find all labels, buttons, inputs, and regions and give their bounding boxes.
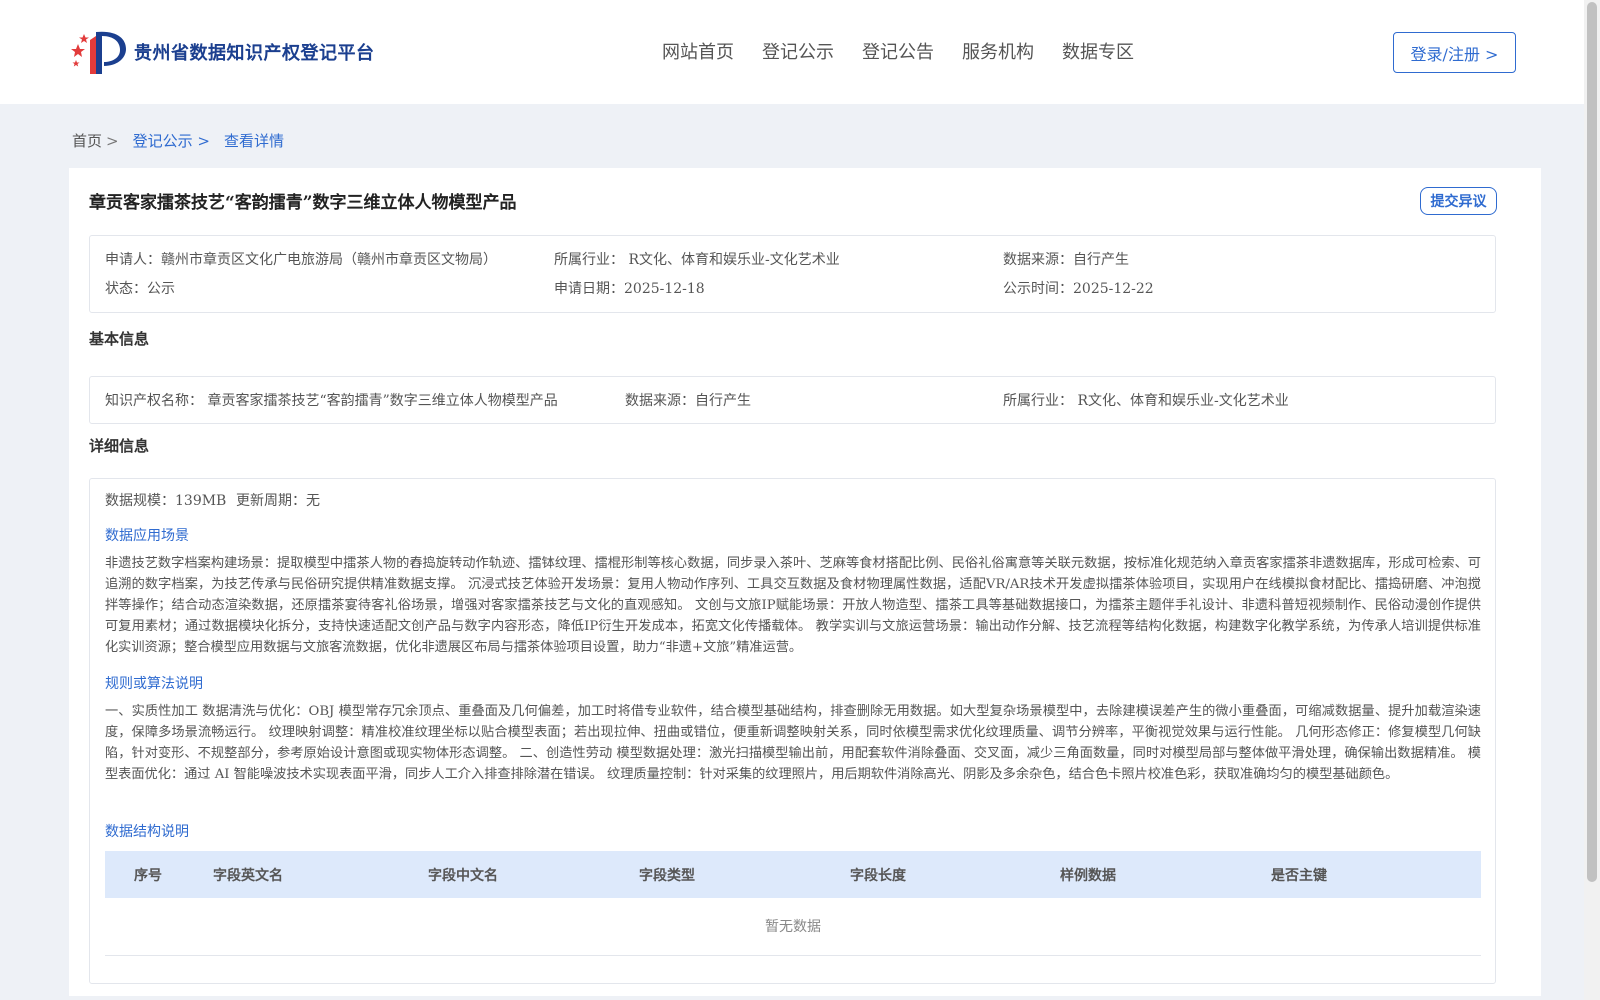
data-scale-field: 数据规模：139MB	[105, 493, 227, 509]
col-field-cn: 字段中文名	[428, 868, 498, 884]
data-structure-heading: 数据结构说明	[105, 824, 189, 840]
col-field-en: 字段英文名	[213, 868, 283, 884]
application-scene-text: 非遗技艺数字档案构建场景：提取模型中擂茶人物的舂捣旋转动作轨迹、擂钵纹理、擂棍形…	[105, 556, 1481, 655]
source-field: 数据来源：自行产生	[1003, 252, 1129, 268]
page-title: 章贡客家擂茶技艺“客韵擂青”数字三维立体人物模型产品	[89, 193, 517, 213]
nav-data-zone[interactable]: 数据专区	[1062, 38, 1134, 64]
summary-box: 申请人：赣州市章贡区文化广电旅游局（赣州市章贡区文物局） 所属行业： R文化、体…	[89, 235, 1496, 313]
update-cycle-field: 更新周期：无	[236, 493, 320, 509]
detail-info-box: 数据规模：139MB 更新周期：无 数据应用场景 非遗技艺数字档案构建场景：提取…	[89, 478, 1496, 984]
site-logo[interactable]: 贵州省数据知识产权登记平台	[70, 26, 375, 78]
col-field-type: 字段类型	[639, 868, 695, 884]
breadcrumb-current: 查看详情	[223, 132, 284, 150]
main-nav: 网站首页 登记公示 登记公告 服务机构 数据专区	[662, 38, 1162, 64]
status-field: 状态：公示	[105, 281, 175, 297]
applicant-field: 申请人：赣州市章贡区文化广电旅游局（赣州市章贡区文物局）	[105, 252, 497, 268]
nav-service-agencies[interactable]: 服务机构	[962, 38, 1034, 64]
basic-info-heading: 基本信息	[89, 330, 150, 348]
breadcrumb-home[interactable]: 首页 >	[72, 130, 119, 151]
breadcrumb-publicity[interactable]: 登记公示 >	[133, 130, 210, 151]
table-empty-state: 暂无数据	[105, 898, 1481, 956]
nav-home[interactable]: 网站首页	[662, 38, 734, 64]
apply-date-field: 申请日期：2025-12-18	[554, 281, 705, 297]
basic-source-field: 数据来源：自行产生	[625, 393, 751, 409]
site-header: 贵州省数据知识产权登记平台 网站首页 登记公示 登记公告 服务机构 数据专区 登…	[0, 0, 1584, 104]
basic-info-box: 知识产权名称： 章贡客家擂茶技艺“客韵擂青”数字三维立体人物模型产品 数据来源：…	[89, 376, 1496, 424]
ip-name-field: 知识产权名称： 章贡客家擂茶技艺“客韵擂青”数字三维立体人物模型产品	[105, 393, 558, 409]
col-sample-data: 样例数据	[1060, 868, 1116, 884]
nav-registration-announcement[interactable]: 登记公告	[862, 38, 934, 64]
logo-emblem-icon	[71, 31, 126, 75]
nav-registration-publicity[interactable]: 登记公示	[762, 38, 834, 64]
breadcrumb: 首页 > 登记公示 > 查看详情	[72, 130, 298, 151]
application-scene-heading: 数据应用场景	[105, 528, 189, 544]
rule-algorithm-text: 一、实质性加工 数据清洗与优化：OBJ 模型常存冗余顶点、重叠面及几何偏差，加工…	[105, 704, 1481, 782]
login-register-button[interactable]: 登录/注册 >	[1393, 32, 1516, 73]
industry-field: 所属行业： R文化、体育和娱乐业-文化艺术业	[554, 252, 840, 268]
basic-industry-field: 所属行业： R文化、体育和娱乐业-文化艺术业	[1003, 393, 1289, 409]
col-primary-key: 是否主键	[1271, 868, 1327, 884]
rule-algorithm-heading: 规则或算法说明	[105, 676, 203, 692]
detail-card: 章贡客家擂茶技艺“客韵擂青”数字三维立体人物模型产品 提交异议 申请人：赣州市章…	[69, 168, 1541, 996]
col-index: 序号	[134, 868, 162, 884]
submit-dispute-button[interactable]: 提交异议	[1420, 187, 1497, 215]
structure-table-header: 序号 字段英文名 字段中文名 字段类型 字段长度 样例数据 是否主键	[105, 851, 1481, 898]
col-field-length: 字段长度	[850, 868, 906, 884]
scrollbar-thumb[interactable]	[1587, 2, 1597, 882]
page-scrollbar[interactable]	[1584, 0, 1600, 1000]
publish-date-field: 公示时间：2025-12-22	[1003, 281, 1154, 297]
site-name: 贵州省数据知识产权登记平台	[134, 43, 375, 64]
detail-info-heading: 详细信息	[89, 437, 150, 455]
